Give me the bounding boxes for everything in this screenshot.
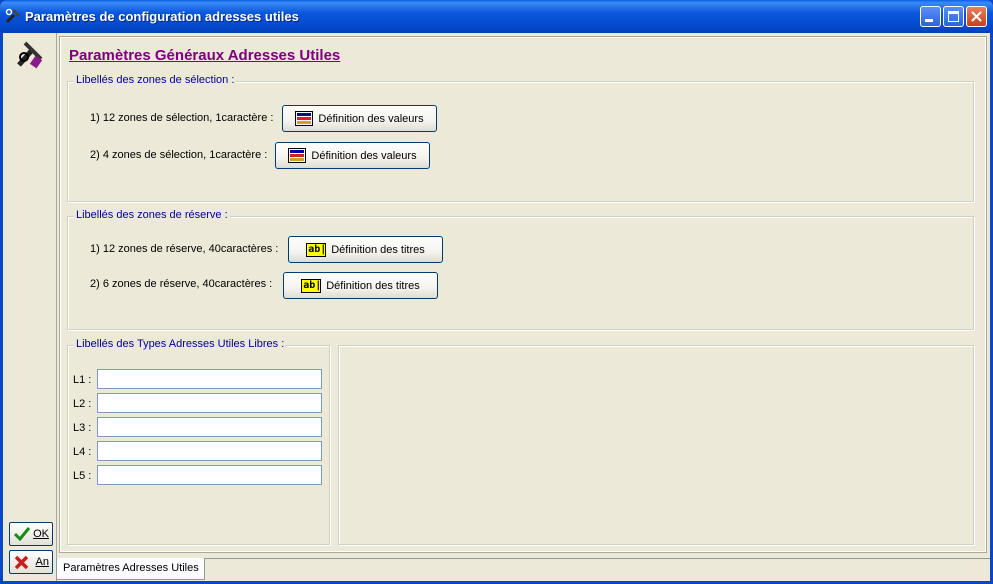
cancel-button[interactable]: An [9, 550, 53, 574]
maximize-icon [948, 11, 959, 22]
cancel-label: An [35, 556, 49, 568]
cross-icon [14, 555, 29, 570]
field-label-l5: L5 : [73, 470, 92, 482]
page-title: Paramètres Généraux Adresses Utiles [69, 47, 341, 64]
tab-parametres-adresses-utiles[interactable]: Paramètres Adresses Utiles [56, 558, 205, 580]
ok-button[interactable]: OK [9, 522, 53, 546]
button-label: Définition des titres [331, 243, 425, 256]
reserve-zones-group: Libellés des zones de réserve : [67, 209, 974, 330]
tab-strip-line [205, 558, 990, 559]
field-label-l4: L4 : [73, 446, 92, 458]
define-values-button-2[interactable]: Définition des valeurs [275, 142, 430, 169]
l1-input[interactable] [97, 369, 322, 389]
button-label: Définition des titres [326, 279, 420, 292]
title-bar[interactable]: Paramètres de configuration adresses uti… [0, 0, 993, 33]
close-icon [971, 11, 982, 22]
group-title: Libellés des Types Adresses Utiles Libre… [74, 338, 287, 350]
group-title: Libellés des zones de réserve : [74, 209, 230, 221]
minimize-icon [925, 19, 933, 22]
define-titles-button-1[interactable]: ab| Définition des titres [288, 236, 443, 263]
selection-row-label: 1) 12 zones de sélection, 1caractère : [90, 112, 274, 124]
group-title: Libellés des zones de sélection : [74, 74, 237, 86]
maximize-button[interactable] [943, 6, 964, 27]
selection-zones-group: Libellés des zones de sélection : [67, 74, 974, 202]
list-icon [288, 148, 307, 163]
button-label: Définition des valeurs [318, 112, 424, 125]
reserve-row-label: 2) 6 zones de réserve, 40caractères : [90, 278, 273, 290]
ok-label: OK [33, 528, 49, 540]
l4-input[interactable] [97, 441, 322, 461]
checkmark-icon [13, 527, 31, 542]
l5-input[interactable] [97, 465, 322, 485]
field-label-l1: L1 : [73, 374, 92, 386]
text-field-icon: ab| [301, 278, 322, 293]
left-toolbar: OK An [3, 33, 57, 581]
button-label: Définition des valeurs [311, 149, 417, 162]
window-title: Paramètres de configuration adresses uti… [25, 9, 299, 24]
tools-icon [13, 37, 47, 71]
field-label-l3: L3 : [73, 422, 92, 434]
define-titles-button-2[interactable]: ab| Définition des titres [283, 272, 438, 299]
minimize-button[interactable] [920, 6, 941, 27]
field-label-l2: L2 : [73, 398, 92, 410]
l3-input[interactable] [97, 417, 322, 437]
reserve-row-label: 1) 12 zones de réserve, 40caractères : [90, 243, 279, 255]
list-icon [295, 111, 314, 126]
l2-input[interactable] [97, 393, 322, 413]
text-field-icon: ab| [306, 242, 327, 257]
selection-row-label: 2) 4 zones de sélection, 1caractère : [90, 149, 268, 161]
empty-panel [338, 345, 974, 545]
app-icon [5, 8, 21, 24]
close-button[interactable] [966, 6, 987, 27]
define-values-button-1[interactable]: Définition des valeurs [282, 105, 437, 132]
